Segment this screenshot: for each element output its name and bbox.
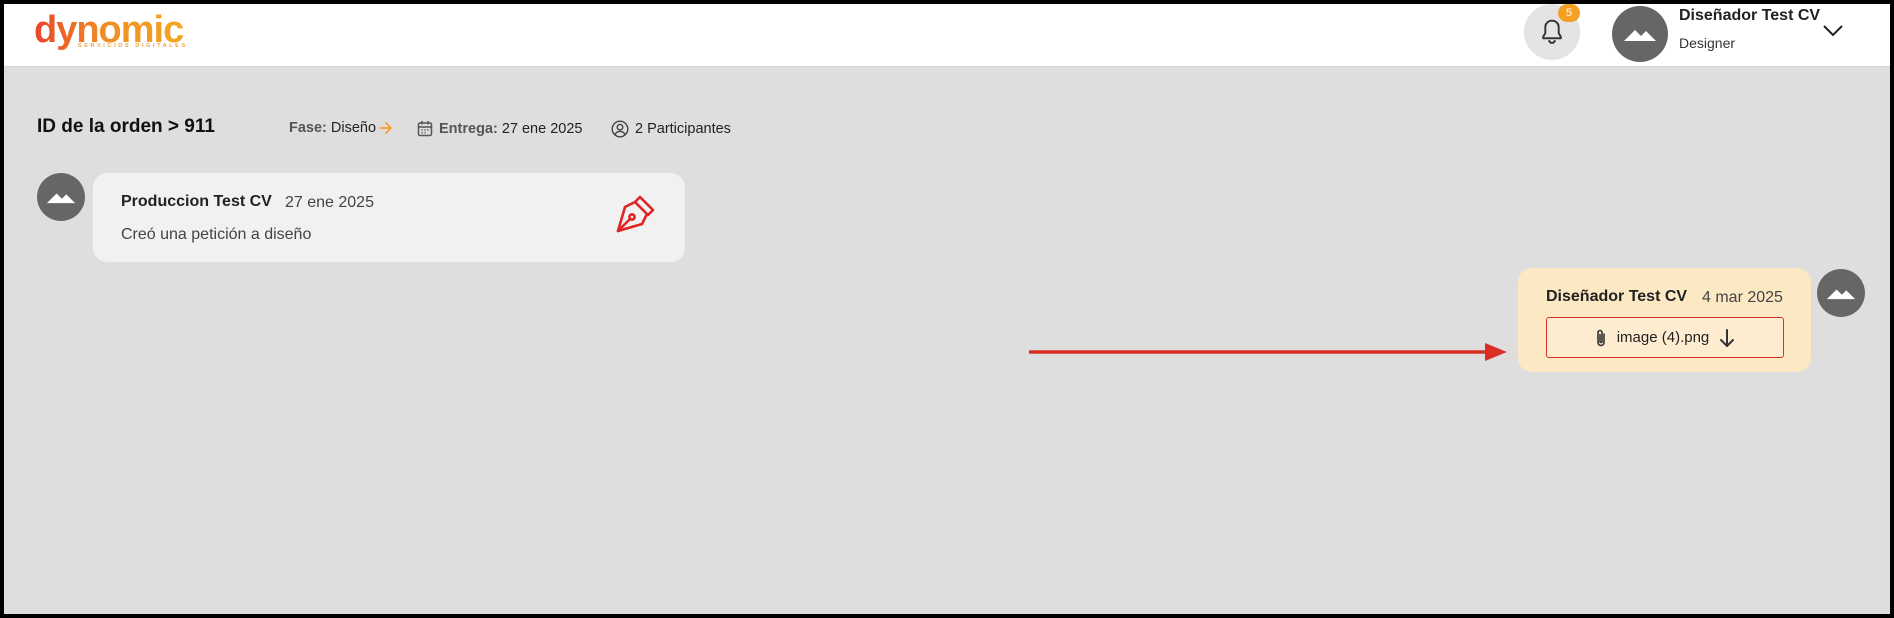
message-avatar	[1817, 269, 1865, 317]
notifications-badge: 5	[1558, 4, 1580, 22]
user-menu-toggle[interactable]	[1820, 18, 1846, 44]
message-avatar	[37, 173, 85, 221]
arrow-right-icon	[379, 122, 393, 134]
order-phase: Fase: Diseño	[289, 120, 399, 136]
delivery-label: Entrega:	[439, 120, 498, 137]
message-author: Produccion Test CV	[121, 193, 272, 210]
attachment-download-button[interactable]: image (4).png	[1546, 317, 1784, 358]
calendar-icon	[417, 121, 433, 137]
delivery-value: 27 ene 2025	[501, 120, 583, 137]
user-role: Designer	[1679, 35, 1736, 51]
chevron-down-icon	[1823, 25, 1843, 37]
brand-tagline: SERVICIOS DIGITALES	[78, 43, 188, 49]
app-frame: dynomic SERVICIOS DIGITALES 5 Diseñador …	[4, 4, 1890, 614]
annotation-arrow	[1029, 343, 1507, 361]
paperclip-icon	[1596, 329, 1605, 346]
pen-nib-icon	[616, 195, 655, 233]
bell-icon	[1542, 19, 1562, 44]
message-text: Creó una petición a diseño	[121, 226, 312, 243]
message-date: 4 mar 2025	[1702, 289, 1783, 306]
participants-count: 2 Participantes	[635, 121, 731, 137]
top-header: dynomic SERVICIOS DIGITALES 5 Diseñador …	[4, 4, 1890, 67]
mountain-icon	[46, 193, 76, 204]
message-date: 27 ene 2025	[285, 194, 374, 211]
mountain-icon	[1826, 289, 1856, 300]
message-bubble: Produccion Test CV 27 ene 2025 Creó una …	[93, 173, 685, 262]
message-author: Diseñador Test CV	[1546, 288, 1688, 305]
mountain-icon	[1624, 30, 1656, 41]
phase-label: Fase:	[289, 120, 327, 136]
user-name: Diseñador Test CV	[1679, 7, 1821, 24]
download-arrow-icon	[1720, 328, 1735, 347]
order-title: ID de la orden > 911	[37, 116, 215, 137]
attachment-filename: image (4).png	[1616, 329, 1710, 346]
user-circle-icon	[611, 120, 629, 138]
brand-logo[interactable]: dynomic SERVICIOS DIGITALES	[34, 9, 185, 58]
message-bubble: Diseñador Test CV 4 mar 2025 image (4).p…	[1518, 268, 1811, 372]
order-delivery: Entrega: 27 ene 2025	[417, 120, 582, 137]
phase-value: Diseño	[330, 120, 377, 136]
user-avatar[interactable]	[1612, 6, 1668, 62]
order-participants[interactable]: 2 Participantes	[611, 120, 731, 138]
